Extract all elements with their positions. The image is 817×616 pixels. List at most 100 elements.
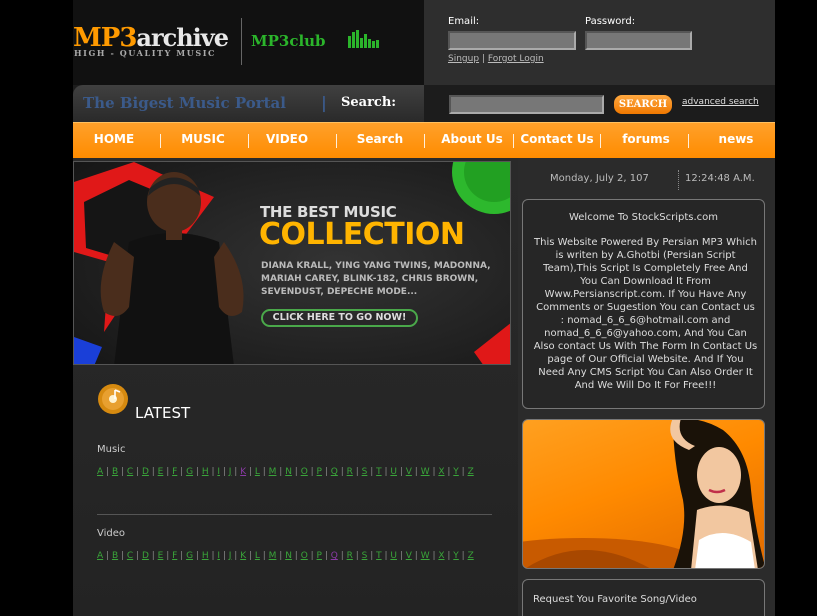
letter-separator: | [276, 551, 286, 561]
letter-separator: | [337, 551, 347, 561]
nav-separator [424, 134, 425, 148]
letter-separator: | [307, 467, 317, 477]
video-letter-link[interactable]: D [142, 551, 149, 561]
logo-tagline: HIGH - QUALITY MUSIC [74, 48, 217, 58]
music-disc-icon [98, 384, 128, 414]
page: MP3archive HIGH - QUALITY MUSIC MP3club … [0, 0, 817, 616]
header-logo-area: MP3archive HIGH - QUALITY MUSIC MP3club [73, 0, 425, 85]
letter-separator: | [444, 467, 454, 477]
video-letter-link[interactable]: H [202, 551, 209, 561]
letter-separator: | [291, 467, 301, 477]
letter-separator: | [118, 467, 127, 477]
letter-separator: | [259, 467, 269, 477]
video-letter-link[interactable]: G [186, 551, 193, 561]
letter-separator: | [246, 551, 255, 561]
nav-news[interactable]: news [701, 132, 771, 146]
letter-separator: | [148, 551, 158, 561]
nav-search[interactable]: Search [345, 132, 415, 146]
letter-separator: | [259, 551, 269, 561]
promo-banner[interactable]: THE BEST MUSIC COLLECTION DIANA KRALL, Y… [73, 161, 511, 365]
video-letter-link[interactable]: Z [468, 551, 474, 561]
music-letter-link[interactable]: Z [468, 467, 474, 477]
banner-artists: DIANA KRALL, YING YANG TWINS, MADONNA, M… [261, 261, 491, 297]
letter-separator: | [307, 551, 317, 561]
music-letter-link[interactable]: U [390, 467, 397, 477]
login-links: Singup | Forgot Login [448, 54, 544, 64]
video-letter-link[interactable]: N [285, 551, 292, 561]
letter-separator: | [411, 551, 421, 561]
letter-separator: | [220, 467, 229, 477]
music-letter-link[interactable]: W [421, 467, 430, 477]
music-letter-link[interactable]: G [186, 467, 193, 477]
letter-separator: | [291, 551, 301, 561]
letter-separator: | [321, 467, 331, 477]
video-letter-link[interactable]: O [301, 551, 308, 561]
promo-artwork [523, 420, 764, 568]
nav-separator [248, 134, 249, 148]
nav-about-us[interactable]: About Us [434, 132, 510, 146]
search-label: Search: [341, 95, 397, 110]
request-box: Request You Favorite Song/Video [522, 579, 765, 616]
letter-separator: | [148, 467, 158, 477]
music-letter-link[interactable]: O [301, 467, 308, 477]
music-letter-link[interactable]: H [202, 467, 209, 477]
login-panel: Email: Password: Singup | Forgot Login [424, 0, 775, 85]
video-letter-link[interactable]: U [390, 551, 397, 561]
letter-separator: | [458, 551, 468, 561]
right-sidebar: Monday, July 2, 107 12:24:48 A.M. Welcom… [518, 158, 775, 616]
nav-separator [513, 134, 514, 148]
search-input[interactable] [449, 95, 604, 114]
nav-contact-us[interactable]: Contact Us [518, 132, 596, 146]
letter-separator: | [163, 467, 173, 477]
advanced-search-link[interactable]: advanced search [682, 97, 759, 107]
welcome-box: Welcome To StockScripts.com This Website… [522, 199, 765, 409]
signup-link[interactable]: Singup [448, 54, 479, 64]
date-time-separator [678, 170, 679, 190]
password-field[interactable] [585, 31, 692, 50]
letter-separator: | [367, 551, 377, 561]
video-letter-link[interactable]: Q [331, 551, 338, 561]
banner-line2: COLLECTION [259, 217, 465, 252]
video-alphabet-index: A | B | C | D | E | F | G | H | I | J | … [97, 551, 515, 561]
email-field[interactable] [448, 31, 576, 50]
nav-music[interactable]: MUSIC [171, 132, 235, 146]
letter-separator: | [231, 551, 241, 561]
letter-separator: | [163, 551, 173, 561]
welcome-text: This Website Powered By Persian MP3 Whic… [533, 237, 758, 391]
letter-separator: | [231, 467, 241, 477]
slogan-panel: The Bigest Music Portal | Search: [73, 85, 424, 122]
password-label: Password: [585, 16, 636, 27]
search-bar: The Bigest Music Portal | Search: SEARCH… [73, 85, 775, 122]
letter-separator: | [193, 467, 202, 477]
main-content: THE BEST MUSIC COLLECTION DIANA KRALL, Y… [73, 158, 518, 616]
current-date: Monday, July 2, 107 [550, 173, 649, 184]
nav-separator [336, 134, 337, 148]
letter-separator: | [411, 467, 421, 477]
music-letter-link[interactable]: N [285, 467, 292, 477]
letter-separator: | [321, 551, 331, 561]
search-button[interactable]: SEARCH [614, 95, 672, 114]
video-letter-link[interactable]: W [421, 551, 430, 561]
letter-separator: | [220, 551, 229, 561]
forgot-login-link[interactable]: Forgot Login [488, 54, 544, 64]
music-letter-link[interactable]: D [142, 467, 149, 477]
equalizer-icon [348, 30, 379, 48]
letter-separator: | [352, 467, 362, 477]
promo-image[interactable] [522, 419, 765, 569]
letter-separator: | [396, 467, 406, 477]
logo-divider [241, 18, 242, 65]
letter-separator: | [458, 467, 468, 477]
mp3club-logo[interactable]: MP3club [251, 32, 326, 50]
music-section-label: Music [97, 444, 126, 455]
letter-separator: | [193, 551, 202, 561]
nav-video[interactable]: VIDEO [256, 132, 318, 146]
music-letter-link[interactable]: Q [331, 467, 338, 477]
current-time: 12:24:48 A.M. [685, 173, 755, 184]
letter-separator: | [367, 467, 377, 477]
banner-cta-button[interactable]: CLICK HERE TO GO NOW! [261, 309, 418, 327]
music-alphabet-index: A | B | C | D | E | F | G | H | I | J | … [97, 467, 515, 477]
latest-heading: LATEST [135, 404, 191, 422]
nav-forums[interactable]: forums [611, 132, 681, 146]
request-title: Request You Favorite Song/Video [533, 594, 697, 605]
nav-home[interactable]: HOME [83, 132, 145, 146]
